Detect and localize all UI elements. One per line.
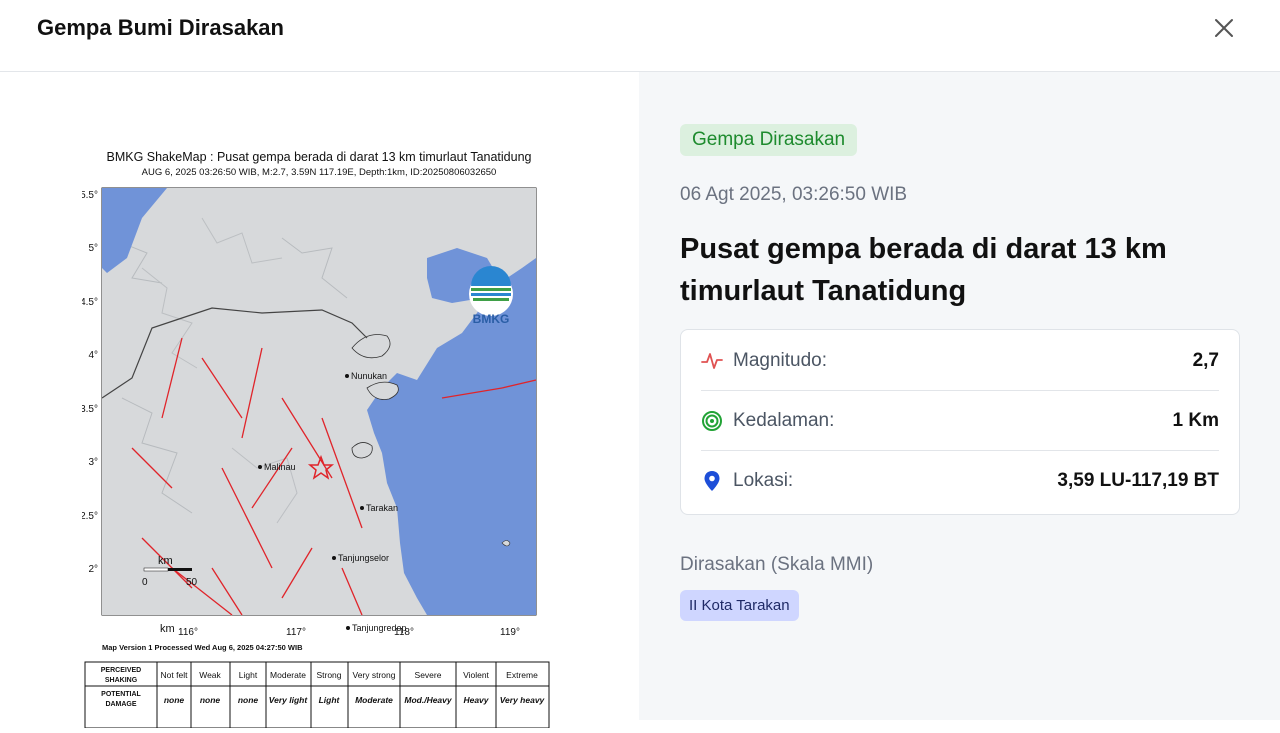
shakemap-subtitle: AUG 6, 2025 03:26:50 WIB, M:2.7, 3.59N 1… [142,167,497,178]
legend-cell: Light [319,695,341,705]
x-tick: 119° [500,627,520,638]
legend-cell: Very strong [353,670,396,680]
location-value: 3,59 LU-117,19 BT [1057,470,1219,491]
legend-cell: Moderate [270,670,306,680]
scale-tick: 0 [142,577,148,588]
map-scale-bar: km [160,623,175,635]
svg-text:km: km [160,623,175,635]
y-tick: 5.5° [82,190,98,201]
legend-cell: Not felt [161,670,189,680]
map-pin-icon [704,471,720,491]
city-label: Malinau [264,462,296,472]
legend-cell: Mod./Heavy [404,695,453,705]
legend-cell: Violent [463,670,489,680]
legend-cell: Very light [269,695,309,705]
legend-cell: Extreme [506,670,538,680]
legend-cell: Strong [316,670,341,680]
y-axis: 5.5° 5° 4.5° 4° 3.5° 3° 2.5° 2° [80,190,98,575]
legend-cell: none [200,695,221,705]
magnitude-value: 2,7 [1192,350,1219,371]
map-footer: Map Version 1 Processed Wed Aug 6, 2025 … [102,643,303,652]
magnitude-label: Magnitudo: [733,350,828,371]
close-icon [1215,19,1233,37]
modal-title: Gempa Bumi Dirasakan [37,15,284,40]
mmi-region-badge: II Kota Tarakan [680,590,799,621]
details-panel: Gempa Dirasakan 06 Agt 2025, 03:26:50 WI… [639,72,1280,720]
info-card: Magnitudo: 2,7 Kedalaman: 1 Km Lokasi: 3… [680,329,1240,515]
y-tick: 4.5° [82,297,98,308]
info-row-magnitude: Magnitudo: 2,7 [701,331,1219,391]
depth-label: Kedalaman: [733,410,835,431]
legend-row-label: DAMAGE [105,701,136,708]
shakemap-title: BMKG ShakeMap : Pusat gempa berada di da… [106,150,531,164]
x-tick: 118° [394,627,414,638]
intensity-legend: PERCEIVED SHAKING POTENTIAL DAMAGE Not f… [84,661,550,729]
close-button[interactable] [1208,12,1240,44]
legend-row-label: SHAKING [105,677,138,684]
mmi-heading: Dirasakan (Skala MMI) [680,554,874,575]
y-tick: 2.5° [82,511,98,522]
scale-tick: 50 [186,577,198,588]
legend-cell: Severe [415,670,442,680]
legend-cell: Light [239,670,258,680]
city-label: Tarakan [366,503,398,513]
city-label: Nunukan [351,371,387,381]
shakemap-panel: BMKG ShakeMap : Pusat gempa berada di da… [0,72,639,729]
y-tick: 5° [88,243,98,254]
legend-cell: Weak [199,670,221,680]
x-tick: 117° [286,627,306,638]
legend-cell: none [238,695,259,705]
modal-header: Gempa Bumi Dirasakan [0,0,1280,72]
info-row-depth: Kedalaman: 1 Km [701,391,1219,451]
city-label: Tanjungselor [338,553,389,563]
y-tick: 2° [88,564,98,575]
event-timestamp: 06 Agt 2025, 03:26:50 WIB [680,184,908,205]
bmkg-logo-text: BMKG [473,312,510,326]
x-tick: 116° [178,627,198,638]
y-tick: 3° [88,457,98,468]
info-row-location: Lokasi: 3,59 LU-117,19 BT [701,451,1219,511]
felt-status-badge: Gempa Dirasakan [680,124,858,156]
legend-cell: none [164,695,185,705]
location-label: Lokasi: [733,470,794,491]
legend-cell: Very heavy [500,695,546,705]
scale-label: km [158,555,173,567]
depth-value: 1 Km [1172,410,1219,431]
activity-icon [701,353,723,369]
bmkg-logo: BMKG [469,266,513,326]
y-tick: 3.5° [82,404,98,415]
legend-row-label: POTENTIAL [101,691,141,698]
legend-row-label: PERCEIVED [101,667,141,674]
y-tick: 4° [88,350,98,361]
legend-cell: Heavy [463,695,489,705]
shakemap-image: BMKG ShakeMap : Pusat gempa berada di da… [80,148,557,729]
legend-cell: Moderate [355,695,393,705]
event-title: Pusat gempa berada di darat 13 km timurl… [680,233,1167,307]
target-icon [702,411,722,431]
